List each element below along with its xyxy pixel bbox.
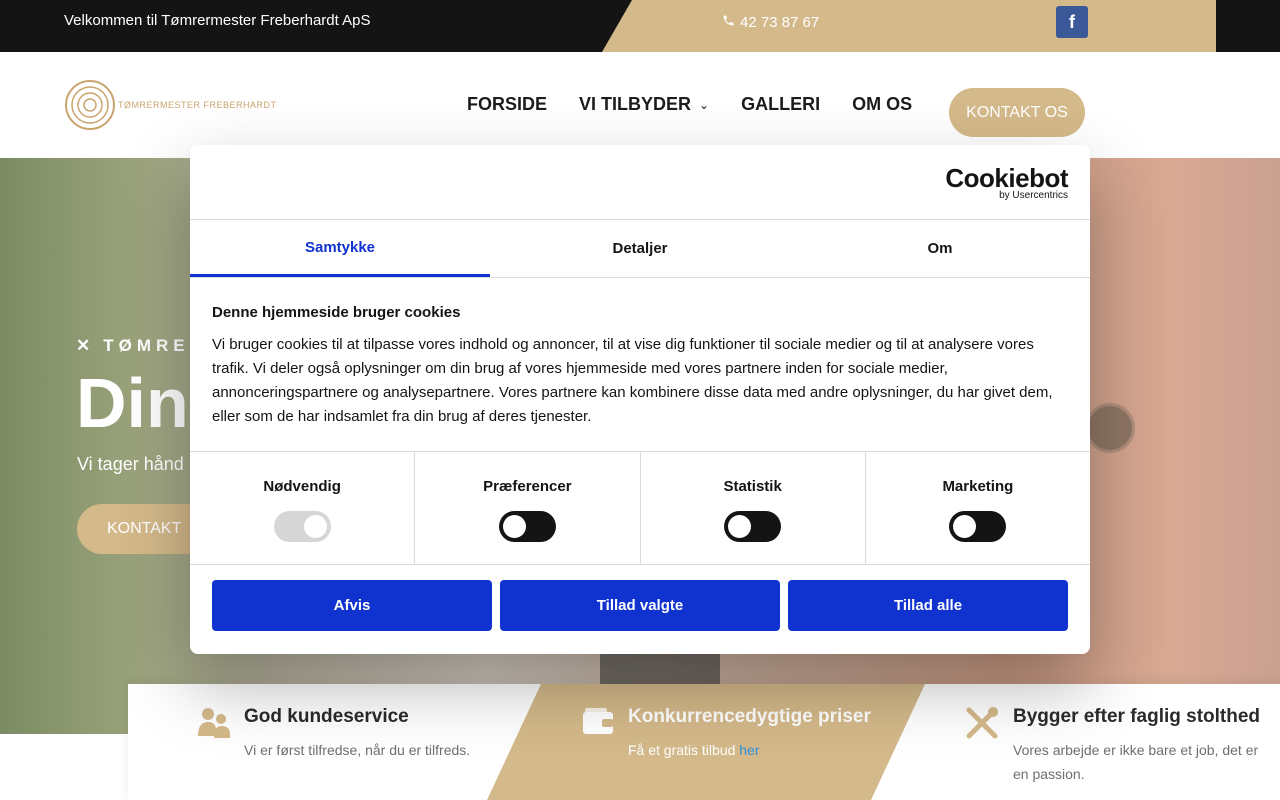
welcome-text: Velkommen til Tømrermester Freberhardt A…: [64, 12, 371, 29]
top-bar: Velkommen til Tømrermester Freberhardt A…: [0, 0, 1280, 52]
nav-label: OM OS: [852, 94, 913, 114]
tools-icon: [966, 707, 998, 739]
cookiebot-logo: Cookiebot by Usercentrics: [945, 165, 1068, 201]
nav-label: VI TILBYDER: [579, 94, 692, 114]
dialog-text: Vi bruger cookies til at tilpasse vores …: [212, 336, 1053, 425]
preferences-switch[interactable]: [498, 511, 556, 542]
main-nav: FORSIDE VI TILBYDER ⌄ GALLERI OM OS: [467, 94, 912, 115]
feature-title: Konkurrencedygtige priser: [628, 706, 871, 727]
tab-detaljer[interactable]: Detaljer: [490, 220, 790, 277]
necessary-switch: [273, 511, 331, 542]
logo-text: TØMRERMESTER FREBERHARDT: [118, 100, 277, 110]
phone-number: 42 73 87 67: [740, 14, 820, 31]
roof-vent-image: [1085, 403, 1135, 453]
consent-toggles: Nødvendig Præferencer Statistik Marketin…: [190, 452, 1090, 565]
feature-title: Bygger efter faglig stolthed: [1013, 706, 1261, 727]
logo-emblem-icon: [65, 80, 115, 130]
offer-link[interactable]: her: [739, 742, 759, 758]
hero-title: Din: [76, 364, 189, 442]
feature-prices: Konkurrencedygtige priser Få et gratis t…: [582, 706, 871, 762]
nav-label: GALLERI: [741, 94, 821, 114]
feature-title: God kundeservice: [244, 706, 409, 727]
dialog-body: Denne hjemmeside bruger cookies Vi bruge…: [190, 278, 1090, 452]
dialog-buttons: Afvis Tillad valgte Tillad alle: [190, 565, 1090, 646]
toggle-statistics: Statistik: [641, 452, 866, 564]
phone-icon: [722, 14, 735, 31]
dialog-title: Denne hjemmeside bruger cookies: [212, 304, 461, 321]
marketing-switch[interactable]: [949, 511, 1007, 542]
toggle-label: Statistik: [723, 478, 782, 495]
toggle-label: Præferencer: [483, 478, 572, 495]
feature-text: Få et gratis tilbud her: [628, 738, 871, 762]
nav-item-galleri[interactable]: GALLERI: [741, 94, 820, 115]
wallet-icon: [583, 708, 613, 734]
contact-us-button[interactable]: KONTAKT OS: [949, 88, 1085, 137]
hero-tagline: Vi tager hånd: [77, 454, 184, 474]
toggle-label: Marketing: [942, 478, 1014, 495]
cookiebot-brand: Cookiebot: [945, 163, 1068, 193]
top-bar-gold-band: [602, 0, 1216, 52]
allow-all-button[interactable]: Tillad alle: [788, 580, 1068, 631]
statistics-switch[interactable]: [724, 511, 782, 542]
cookie-consent-dialog: Cookiebot by Usercentrics Samtykke Detal…: [190, 145, 1090, 654]
toggle-marketing: Marketing: [866, 452, 1090, 564]
nav-item-forside[interactable]: FORSIDE: [467, 94, 547, 115]
decline-button[interactable]: Afvis: [212, 580, 492, 631]
site-header: TØMRERMESTER FREBERHARDT FORSIDE VI TILB…: [0, 52, 1280, 158]
phone-link[interactable]: 42 73 87 67: [722, 14, 819, 31]
allow-selected-button[interactable]: Tillad valgte: [500, 580, 780, 631]
facebook-icon[interactable]: f: [1056, 6, 1088, 38]
tab-om[interactable]: Om: [790, 220, 1090, 277]
dialog-tabs: Samtykke Detaljer Om: [190, 220, 1090, 278]
feature-text: Vores arbejde er ikke bare et job, det e…: [1013, 742, 1259, 782]
tools-icon: ✕: [76, 336, 96, 355]
logo[interactable]: TØMRERMESTER FREBERHARDT: [64, 79, 277, 131]
feature-text-body: Få et gratis tilbud: [628, 742, 740, 758]
chevron-down-icon: ⌄: [699, 97, 710, 112]
toggle-preferences: Præferencer: [415, 452, 641, 564]
nav-item-vi-tilbyder[interactable]: VI TILBYDER ⌄: [579, 94, 709, 115]
nav-label: FORSIDE: [467, 94, 548, 114]
feature-customer-service: God kundeservice Vi er først tilfredse, …: [198, 706, 470, 762]
feature-text: Vi er først tilfredse, når du er tilfred…: [244, 742, 471, 758]
nav-item-om-os[interactable]: OM OS: [852, 94, 912, 115]
toggle-label: Nødvendig: [263, 478, 341, 495]
users-icon: [198, 708, 230, 738]
feature-craftsmanship: Bygger efter faglig stolthed Vores arbej…: [965, 706, 1273, 786]
dialog-header: Cookiebot by Usercentrics: [190, 145, 1090, 220]
toggle-necessary: Nødvendig: [190, 452, 416, 564]
tab-samtykke[interactable]: Samtykke: [190, 220, 490, 277]
